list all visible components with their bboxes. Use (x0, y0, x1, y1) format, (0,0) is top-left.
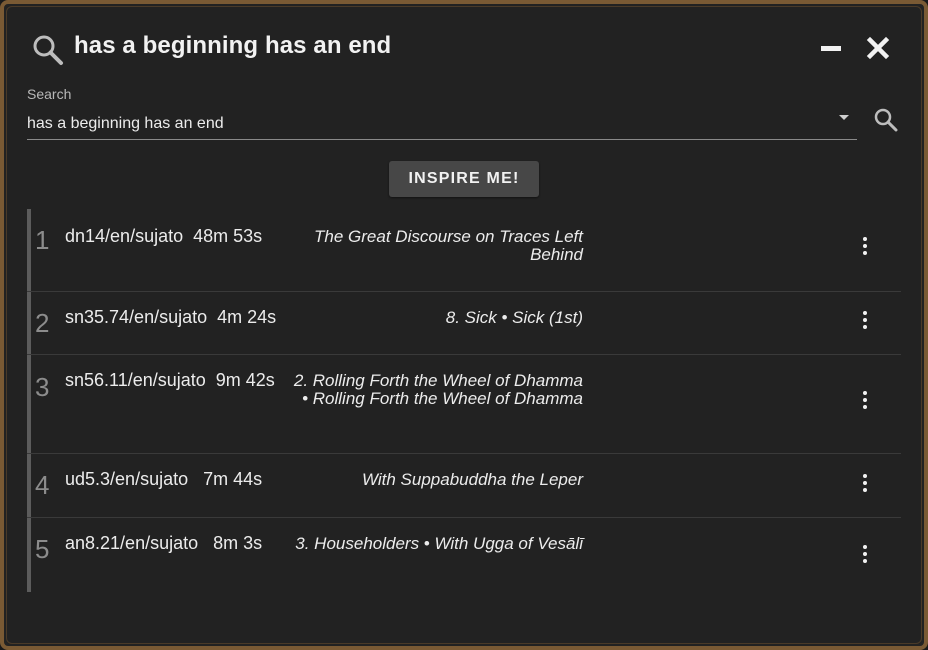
minimize-button[interactable] (818, 38, 848, 60)
close-button[interactable] (864, 34, 894, 64)
search-field-underline (27, 139, 857, 140)
more-vert-icon[interactable] (861, 545, 869, 569)
list-item[interactable]: 1 dn14/en/sujato 48m 53s The Great Disco… (27, 209, 901, 292)
search-input[interactable]: has a beginning has an end (27, 115, 224, 133)
results-list: 1 dn14/en/sujato 48m 53s The Great Disco… (27, 209, 901, 592)
list-item[interactable]: 5 an8.21/en/sujato 8m 3s 3. Householders… (27, 518, 901, 592)
result-number: 5 (35, 534, 50, 564)
list-item[interactable]: 4 ud5.3/en/sujato 7m 44s With Suppabuddh… (27, 454, 901, 518)
more-vert-icon[interactable] (861, 237, 869, 261)
result-number: 1 (35, 225, 50, 255)
list-item[interactable]: 2 sn35.74/en/sujato 4m 24s 8. Sick • Sic… (27, 292, 901, 355)
result-ref[interactable]: ud5.3/en/sujato 7m 44s (65, 469, 262, 490)
search-button[interactable] (872, 106, 900, 134)
more-vert-icon[interactable] (861, 311, 869, 335)
result-ref[interactable]: an8.21/en/sujato 8m 3s (65, 533, 262, 554)
result-ref[interactable]: sn35.74/en/sujato 4m 24s (65, 307, 276, 328)
inspire-me-button[interactable]: INSPIRE ME! (389, 161, 539, 197)
window-title: has a beginning has an end (74, 32, 392, 59)
search-icon (32, 34, 64, 66)
result-title: 2. Rolling Forth the Wheel of Dhamma • R… (293, 371, 583, 408)
dropdown-arrow-icon[interactable] (839, 115, 849, 120)
result-title: 3. Householders • With Ugga of Vesālī (295, 534, 583, 553)
result-number: 2 (35, 308, 50, 338)
more-vert-icon[interactable] (861, 474, 869, 498)
minimize-icon (821, 46, 841, 51)
search-icon (874, 108, 898, 132)
search-field-label: Search (27, 86, 72, 102)
app-window: has a beginning has an end Search has a … (0, 0, 928, 650)
list-item[interactable]: 3 sn56.11/en/sujato 9m 42s 2. Rolling Fo… (27, 355, 901, 454)
more-vert-icon[interactable] (861, 391, 869, 415)
result-title: With Suppabuddha the Leper (361, 470, 583, 489)
result-number: 3 (35, 372, 50, 402)
close-icon (866, 36, 890, 60)
result-number: 4 (35, 470, 50, 500)
result-title: The Great Discourse on Traces Left Behin… (314, 227, 583, 264)
result-ref[interactable]: sn56.11/en/sujato 9m 42s (65, 370, 275, 391)
result-ref[interactable]: dn14/en/sujato 48m 53s (65, 226, 262, 247)
result-title: 8. Sick • Sick (1st) (445, 308, 583, 327)
